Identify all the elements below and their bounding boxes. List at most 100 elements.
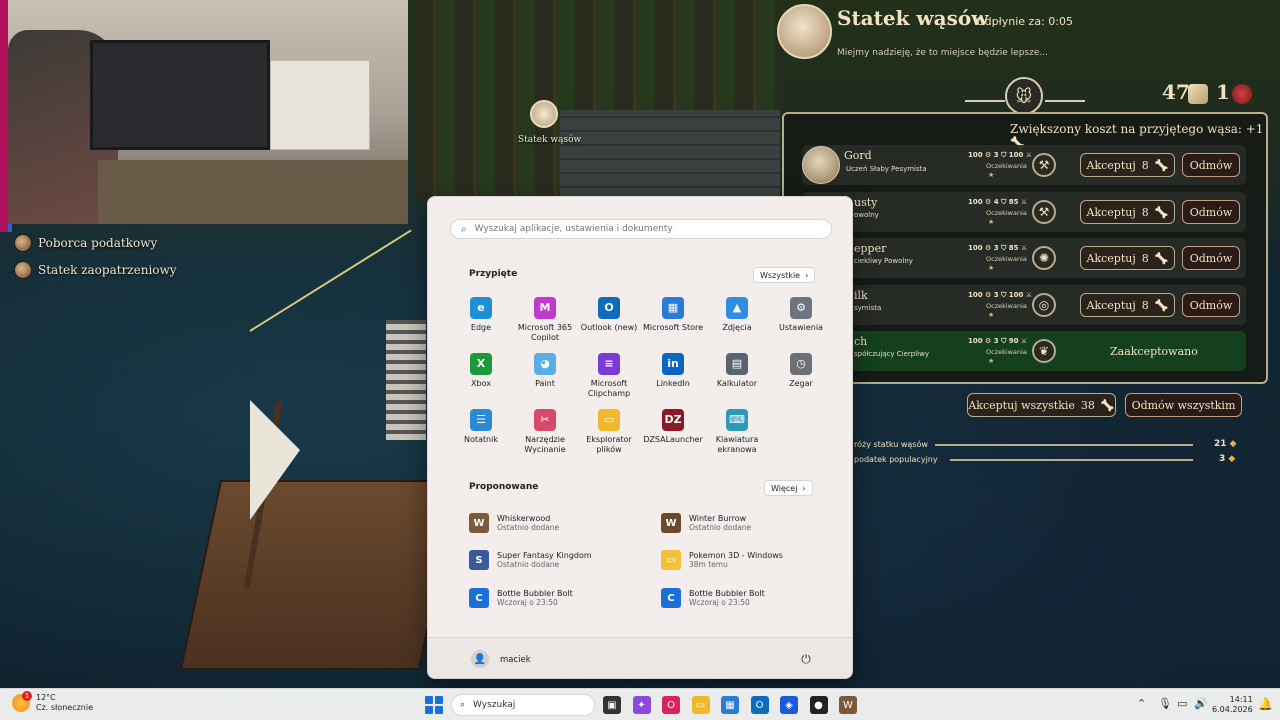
side-item-tax-collector[interactable]: Poborca podatkowy [14, 234, 157, 252]
outlook-icon[interactable]: O [750, 696, 769, 714]
recommended-subtitle: Ostatnio dodane [689, 523, 752, 532]
microphone-icon[interactable]: 🎙 [1158, 697, 1172, 710]
pinned-app[interactable]: ⌨ Klawiatura ekranowa [705, 409, 769, 455]
immigrant-traits: owolny [854, 211, 879, 219]
recommended-item[interactable]: S Super Fantasy Kingdom Ostatnio dodane [469, 548, 649, 572]
pinned-app[interactable]: ◷ Zegar [769, 353, 833, 389]
recommended-item[interactable]: C Bottle Bubbler Bolt Wczoraj o 23:50 [469, 586, 649, 610]
m365-copilot-icon: M [534, 297, 556, 319]
recommended-item[interactable]: W Winter Burrow Ostatnio dodane [661, 511, 841, 535]
pinned-app-label: Microsoft Store [642, 323, 704, 332]
reject-button[interactable]: Odmów [1182, 246, 1240, 270]
progress-value: 21 ◆ [1214, 439, 1237, 449]
side-item-label: Statek zaopatrzeniowy [38, 263, 177, 277]
opera-icon[interactable]: O [662, 696, 680, 714]
pinned-app[interactable]: ✂ Narzędzie Wycinanie [513, 409, 577, 455]
store-icon[interactable]: ▦ [721, 696, 739, 714]
task-view-icon[interactable]: ▣ [603, 696, 621, 714]
show-hidden-icons[interactable]: ⌃ [1137, 697, 1146, 710]
pinned-app[interactable]: ▭ Eksplorator plików [577, 409, 641, 455]
webcam-feed [8, 0, 408, 224]
accept-button[interactable]: Akceptuj 8 🦴 [1080, 246, 1175, 270]
immigrant-stats: 100 ⚙ 3 ⛉ 85 ⚔ [968, 244, 1028, 252]
immigrant-stats: 100 ⚙ 3 ⛉ 100 ⚔ [968, 291, 1033, 299]
reject-button[interactable]: Odmów [1182, 153, 1240, 177]
immigrant-stats: 100 ⚙ 4 ⛉ 85 ⚔ [968, 198, 1028, 206]
pinned-app[interactable]: ◕ Paint [513, 353, 577, 389]
recommended-item[interactable]: W Whiskerwood Ostatnio dodane [469, 511, 649, 535]
immigrant-stars: ★ [988, 171, 995, 179]
pinned-app[interactable]: ▤ Kalkulator [705, 353, 769, 389]
reject-all-button[interactable]: Odmów wszystkim [1125, 393, 1242, 417]
immigrant-avatar [802, 146, 840, 184]
bottle-bubbler-icon: C [661, 588, 681, 608]
immigrant-name: usty [854, 196, 878, 209]
pinned-app[interactable]: X Xbox [449, 353, 513, 389]
game-icon[interactable]: W [839, 696, 857, 714]
pinned-app[interactable]: ☰ Notatnik [449, 409, 513, 445]
progress-track [935, 444, 1193, 446]
all-apps-button[interactable]: Wszystkie › [753, 267, 816, 283]
progress-value: 3 ◆ [1219, 454, 1236, 464]
search-icon: ⌕ [461, 223, 467, 235]
start-button[interactable] [425, 696, 443, 714]
pinned-app-label: Notatnik [464, 435, 498, 444]
pinned-app[interactable]: e Edge [449, 297, 513, 333]
immigrant-stars: ★ [988, 311, 995, 319]
chevron-right-icon: › [802, 483, 806, 493]
cube-app-icon[interactable]: ◈ [780, 696, 798, 714]
file-explorer-icon: ▭ [598, 409, 620, 431]
chevron-right-icon: › [805, 270, 809, 280]
more-button[interactable]: Więcej › [764, 480, 813, 496]
clock[interactable]: 14:11 6.04.2026 [1212, 695, 1253, 715]
taskbar-search[interactable]: ⌕ Wyszukaj [451, 694, 595, 716]
pinned-app-label: Paint [535, 379, 555, 388]
obs-icon[interactable]: ● [809, 696, 828, 714]
accept-button[interactable]: Akceptuj 8 🦴 [1080, 200, 1175, 224]
ship-portrait-avatar [777, 4, 832, 59]
reject-button[interactable]: Odmów [1182, 293, 1240, 317]
game-ship[interactable] [179, 480, 461, 670]
power-icon[interactable]: ⏻ [798, 651, 814, 667]
pinned-app[interactable]: in LinkedIn [641, 353, 705, 389]
copilot-icon[interactable]: ✦ [632, 696, 651, 714]
pinned-app-label: Edge [470, 323, 492, 332]
user-name[interactable]: maciek [500, 655, 531, 665]
user-avatar[interactable]: 👤 [471, 650, 489, 668]
pinned-app[interactable]: ▦ Microsoft Store [641, 297, 705, 333]
accept-all-button[interactable]: Akceptuj wszystkie 38 🦴 [967, 393, 1116, 417]
notification-bell-icon[interactable]: 🔔 [1258, 697, 1273, 711]
accept-button[interactable]: Akceptuj 8 🦴 [1080, 153, 1175, 177]
weather-text: 12°C Cz. słonecznie [36, 693, 93, 713]
accept-button[interactable]: Akceptuj 8 🦴 [1080, 293, 1175, 317]
volume-icon[interactable]: 🔊 [1194, 697, 1208, 710]
super-fantasy-kingdom-icon: S [469, 550, 489, 570]
pinned-app-label: Narzędzie Wycinanie [524, 435, 566, 454]
panel-title: Statek wąsów [837, 6, 989, 30]
pinned-app[interactable]: M Microsoft 365 Copilot [513, 297, 577, 343]
immigrant-status: Oczekiwania [986, 302, 1027, 310]
side-item-supply-ship[interactable]: Statek zaopatrzeniowy [14, 261, 177, 279]
network-icon[interactable]: ▭ [1177, 697, 1187, 710]
start-search-input[interactable] [474, 224, 815, 234]
file-explorer-icon[interactable]: ▭ [691, 696, 710, 714]
reject-button[interactable]: Odmów [1182, 200, 1240, 224]
pinned-app-label: Eksplorator plików [586, 435, 632, 454]
ship-marker-icon[interactable] [530, 100, 558, 128]
weather-widget[interactable]: 1 12°C Cz. słonecznie [12, 691, 93, 713]
whiskerwood-icon: W [469, 513, 489, 533]
accepted-label: Zaakceptowano [1110, 345, 1198, 358]
pinned-app-label: Outlook (new) [580, 323, 638, 332]
pinned-app[interactable]: ⚙ Ustawienia [769, 297, 833, 333]
clock-time: 14:11 [1229, 695, 1253, 704]
pinned-app[interactable]: O Outlook (new) [577, 297, 641, 333]
recommended-item[interactable]: ▭ Pokemon 3D - Windows 38m temu [661, 548, 841, 572]
pinned-app[interactable]: ≡ Microsoft Clipchamp [577, 353, 641, 399]
pinned-app[interactable]: DZ DZSALauncher [641, 409, 705, 445]
recommended-item[interactable]: C Bottle Bubbler Bolt Wczoraj o 23:50 [661, 586, 841, 610]
recommended-title: Proponowane [469, 482, 539, 492]
search-icon: ⌕ [460, 700, 466, 710]
resource-count: 47 [1162, 80, 1190, 104]
start-search-box[interactable]: ⌕ [450, 219, 832, 239]
pinned-app[interactable]: ▲ Zdjęcia [705, 297, 769, 333]
